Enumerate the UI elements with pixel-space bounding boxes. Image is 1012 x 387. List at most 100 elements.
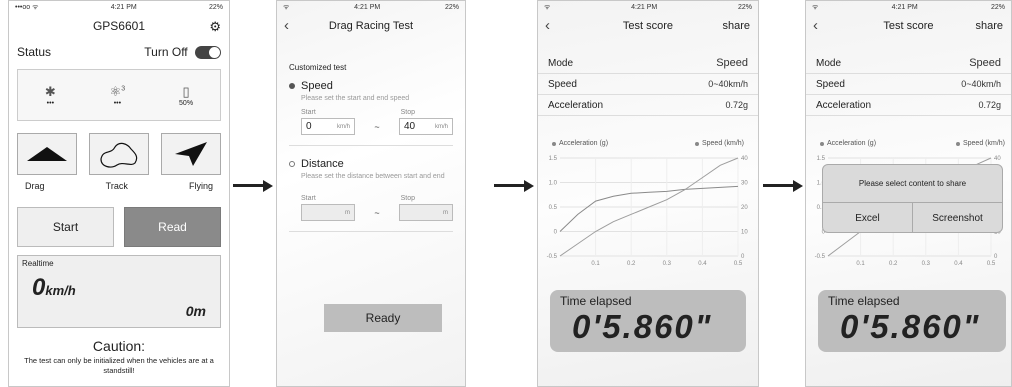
back-icon[interactable]: ‹: [284, 17, 289, 34]
legend-dot: [955, 141, 960, 146]
score-value: 0~40km/h: [708, 79, 748, 89]
turn-off-label: Turn Off: [144, 45, 188, 59]
mode-track-button[interactable]: [89, 133, 149, 176]
score-value: Speed: [716, 57, 748, 69]
carrier-signal: ᯤ: [812, 3, 819, 11]
y-right-tick-label: 30: [741, 181, 748, 187]
battery-status-cell: ▯ 50%: [179, 84, 193, 107]
y-left-tick-label: 1.5: [817, 156, 826, 162]
carrier-signal: •••oo ᯤ: [15, 3, 39, 11]
excel-button[interactable]: Excel: [823, 203, 913, 232]
y-right-tick-label: 40: [741, 156, 748, 162]
satellite-count: 3: [121, 85, 126, 93]
customized-section: Customized test Speed Please set the sta…: [277, 63, 465, 233]
x-tick-label: 0.4: [698, 261, 707, 267]
y-right-tick-label: 20: [741, 205, 748, 211]
score-table: Mode Speed Speed 0~40km/h Acceleration 0.72…: [538, 53, 758, 116]
time-label: Time elapsed: [828, 294, 900, 308]
nav-bar: ‹ Drag Racing Test: [277, 13, 465, 39]
stop-distance-field[interactable]: m: [398, 204, 453, 222]
bluetooth-level: •••: [46, 99, 55, 107]
header: GPS6601 ⚙: [9, 13, 229, 39]
realtime-distance: 0m: [185, 303, 206, 320]
distance-hint: Please set the distance between start an…: [301, 173, 445, 181]
speed-value: 0: [32, 274, 46, 302]
x-tick-label: 0.3: [663, 261, 672, 267]
caution-text: The test can only be initialized when th…: [24, 356, 214, 376]
stop-label: Stop: [400, 109, 415, 117]
share-button[interactable]: share: [975, 20, 1003, 32]
speed-hint: Please set the start and end speed: [301, 95, 410, 102]
mode-selector: [9, 125, 229, 176]
x-tick-label: 0.4: [954, 261, 963, 267]
distance-option-label: Distance: [301, 158, 344, 171]
x-tick-label: 0.5: [734, 261, 743, 267]
back-icon[interactable]: ‹: [545, 17, 550, 34]
x-tick-label: 0.2: [627, 261, 636, 267]
status-label: Status: [17, 45, 52, 60]
battery-status: 22%: [444, 3, 459, 11]
legend-dot: [552, 141, 556, 146]
start-label: Start: [301, 195, 316, 203]
status-row: Status Turn Off: [9, 39, 229, 65]
status-bar: •••oo ᯤ 4:21 PM 22%: [9, 1, 229, 13]
ready-button[interactable]: Ready: [324, 304, 442, 332]
score-label: Mode: [548, 57, 574, 69]
start-button[interactable]: Start: [17, 207, 114, 248]
track-circuit-icon: [100, 143, 138, 168]
bluetooth-icon: ✱: [44, 83, 56, 99]
share-button[interactable]: share: [722, 20, 750, 32]
back-icon[interactable]: ‹: [813, 17, 818, 34]
divider: [289, 231, 453, 233]
y-right-tick-label: 0: [994, 254, 998, 260]
read-button[interactable]: Read: [124, 207, 221, 248]
line-chart: 1.51.00.50-0.54030201000.10.20.30.40.5: [547, 156, 749, 267]
device-status-box: ✱ ••• ⚛3 ••• ▯ 50%: [17, 69, 221, 122]
stop-label: Stop: [400, 195, 415, 203]
mode-flying-button[interactable]: [161, 133, 221, 176]
score-value: 0.72g: [725, 100, 748, 110]
legend-dot: [820, 141, 824, 146]
mode-label-drag: Drag: [25, 181, 45, 192]
satellite-icon: ⚛: [109, 83, 122, 99]
start-speed-field[interactable]: 0 km/h: [301, 118, 355, 136]
start-speed-unit: km/h: [336, 123, 350, 130]
distance-option[interactable]: Distance: [289, 158, 453, 170]
stop-speed-field[interactable]: 40 km/h: [398, 118, 453, 136]
radio-selected-icon[interactable]: [289, 83, 295, 89]
time-elapsed-box: Time elapsed 0'5.860": [550, 290, 746, 352]
x-tick-label: 0.5: [987, 261, 996, 267]
speed-option[interactable]: Speed: [289, 80, 453, 92]
speed-fields: 0 km/h ~ 40 km/h: [289, 118, 453, 136]
x-tick-label: 0.3: [922, 261, 931, 267]
satellite-status: ⚛3 •••: [110, 84, 126, 107]
score-row-acceleration: Acceleration 0.72g: [538, 95, 758, 116]
distance-fields: m ~ m: [289, 204, 453, 222]
y-left-tick-label: 1.5: [549, 156, 558, 162]
acceleration-series-line: [559, 185, 739, 232]
status-time: 4:21 PM: [631, 3, 658, 11]
y-left-tick-label: 1.0: [549, 181, 558, 187]
gear-icon[interactable]: ⚙: [209, 19, 221, 35]
stop-distance-unit: m: [442, 209, 448, 216]
score-label: Acceleration: [816, 99, 872, 111]
start-label: Start: [301, 109, 316, 117]
chart-area: Acceleration (g) Speed (km/h) 1.5 1.0 0.5 0…: [538, 136, 758, 276]
mode-drag-button[interactable]: [17, 133, 77, 176]
turn-off-toggle[interactable]: [195, 46, 221, 60]
score-row-speed: Speed 0~40km/h: [806, 74, 1011, 95]
radio-empty-icon[interactable]: [289, 161, 295, 168]
carrier-signal: ᯤ: [283, 3, 290, 11]
start-distance-field[interactable]: m: [301, 204, 355, 222]
y-right-tick-label: 0: [741, 254, 745, 260]
home-screen: •••oo ᯤ 4:21 PM 22% GPS6601 ⚙ Status Tur…: [8, 0, 230, 387]
distance-field-labels: Start Stop: [289, 195, 453, 202]
y-right-tick-label: 10: [741, 230, 748, 236]
battery-status: 22%: [990, 3, 1005, 11]
turn-off-toggle-wrap[interactable]: Turn Off: [144, 45, 221, 60]
screenshot-button[interactable]: Screenshot: [913, 203, 1002, 232]
test-score-screen: ᯤ 4:21 PM 22% ‹ Test score share Mode Spe…: [537, 0, 759, 387]
arrow-icon: [763, 180, 803, 192]
speed-option-label: Speed: [301, 80, 333, 92]
satellite-level: •••: [113, 99, 122, 107]
